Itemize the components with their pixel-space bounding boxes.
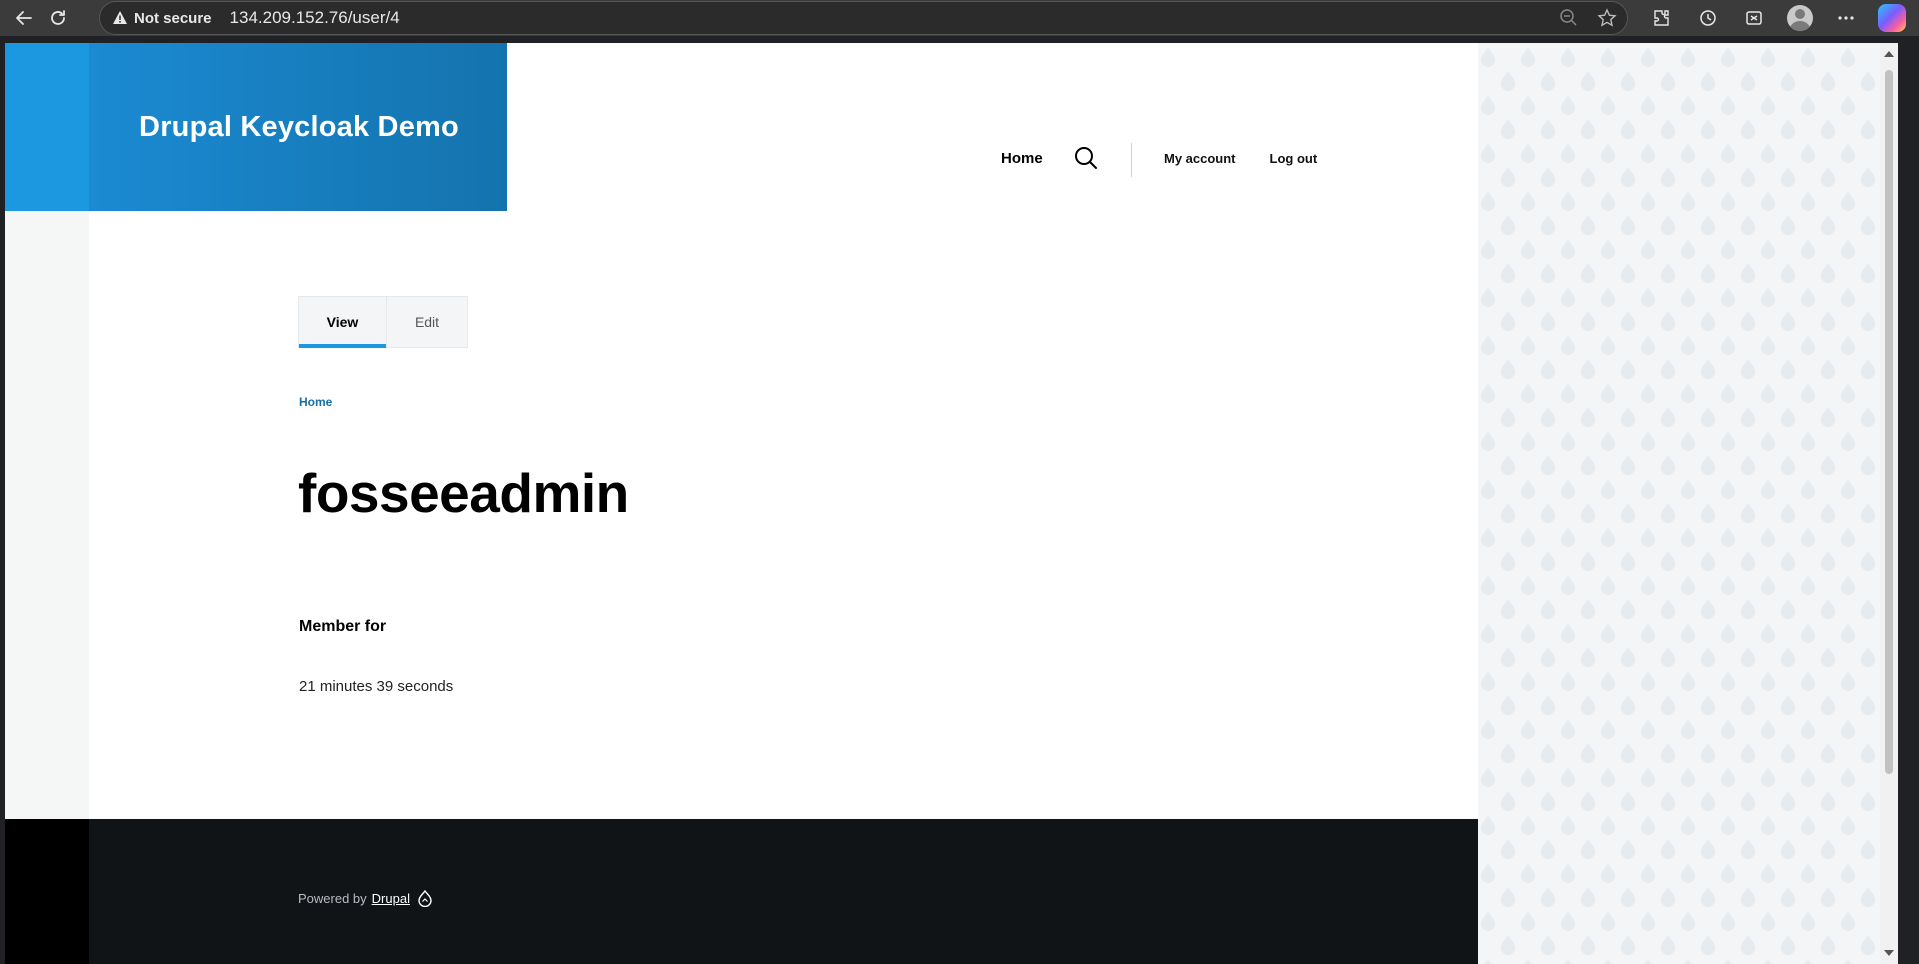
- droplet-pattern-decoration: [1478, 43, 1898, 964]
- security-label: Not secure: [134, 9, 212, 27]
- powered-by-text: Powered by: [298, 891, 367, 906]
- address-bar[interactable]: Not secure 134.209.152.76/user/4: [99, 1, 1628, 35]
- scroll-down-arrow-icon[interactable]: [1884, 950, 1894, 956]
- breadcrumb: Home: [299, 395, 332, 409]
- breadcrumb-home-link[interactable]: Home: [299, 395, 332, 409]
- nav-home-link[interactable]: Home: [1001, 150, 1043, 167]
- more-menu-icon[interactable]: [1831, 4, 1861, 32]
- main-navigation: Home: [1001, 145, 1099, 171]
- nav-divider: [1131, 143, 1132, 177]
- my-account-link[interactable]: My account: [1164, 151, 1236, 166]
- footer-left-block: [5, 819, 89, 964]
- extensions-icon[interactable]: [1647, 4, 1677, 32]
- screenshot-icon[interactable]: [1739, 4, 1769, 32]
- site-branding[interactable]: Drupal Keycloak Demo: [89, 43, 507, 211]
- powered-by: Powered by Drupal: [298, 890, 432, 907]
- page-scrollbar[interactable]: [1880, 43, 1898, 964]
- background-pattern: [1478, 43, 1898, 964]
- back-arrow-icon[interactable]: [7, 1, 41, 35]
- drupal-link[interactable]: Drupal: [372, 891, 410, 906]
- member-for-value: 21 minutes 39 seconds: [299, 678, 454, 695]
- tab-view[interactable]: View: [299, 297, 386, 348]
- warning-icon: [113, 11, 127, 24]
- drupal-drop-icon: [418, 890, 432, 907]
- member-for-label: Member for: [299, 618, 387, 635]
- header-accent: [5, 43, 89, 211]
- reload-icon[interactable]: [41, 1, 75, 35]
- local-tasks-tabs: View Edit: [298, 296, 468, 348]
- page-body: Drupal Keycloak Demo Home My account Log…: [5, 43, 1478, 964]
- page-viewport: Drupal Keycloak Demo Home My account Log…: [5, 43, 1898, 964]
- copilot-icon[interactable]: [1877, 4, 1907, 32]
- scrollbar-thumb[interactable]: [1885, 70, 1893, 774]
- tab-edit[interactable]: Edit: [386, 297, 467, 347]
- account-navigation: My account Log out: [1164, 151, 1317, 166]
- browser-toolbar: Not secure 134.209.152.76/user/4: [0, 0, 1919, 36]
- profile-avatar-icon[interactable]: [1785, 4, 1815, 32]
- search-icon[interactable]: [1073, 145, 1099, 171]
- site-name[interactable]: Drupal Keycloak Demo: [139, 111, 459, 144]
- scroll-up-arrow-icon[interactable]: [1884, 51, 1894, 57]
- log-out-link[interactable]: Log out: [1270, 151, 1318, 166]
- favorite-star-icon[interactable]: [1597, 8, 1617, 33]
- history-icon[interactable]: [1693, 4, 1723, 32]
- security-indicator[interactable]: Not secure: [112, 10, 212, 27]
- left-gutter: [5, 211, 89, 862]
- page-title: fosseeadmin: [298, 462, 629, 524]
- url-text[interactable]: 134.209.152.76/user/4: [230, 8, 400, 28]
- zoom-out-icon[interactable]: [1559, 8, 1579, 33]
- site-footer: Powered by Drupal: [89, 819, 1478, 964]
